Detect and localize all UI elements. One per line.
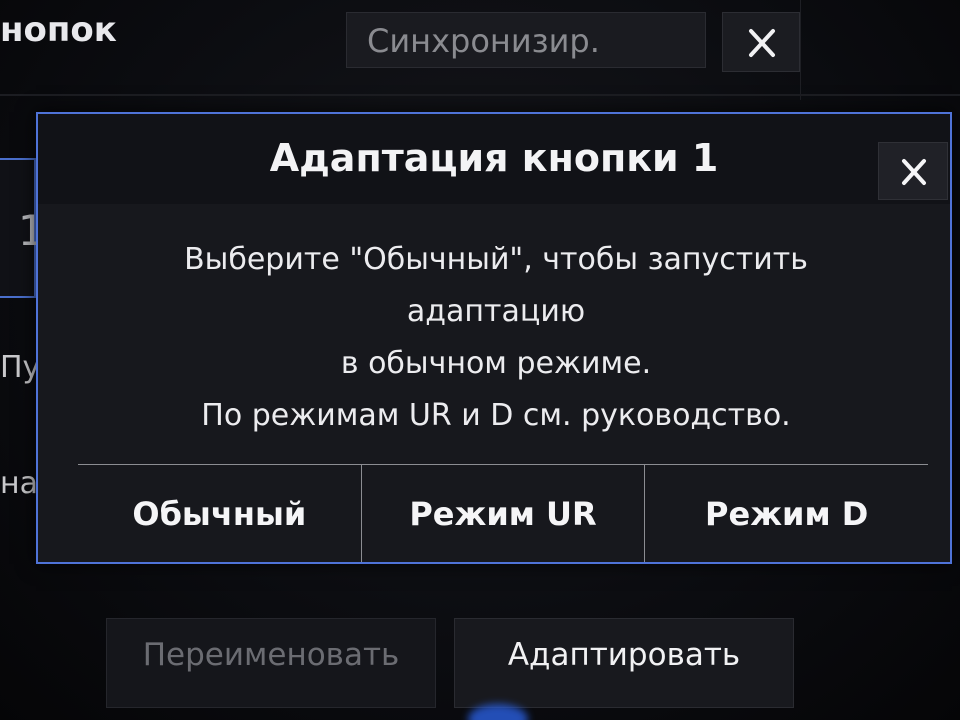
- d-mode-button[interactable]: Режим D: [644, 465, 928, 562]
- dialog-close-button[interactable]: [878, 142, 948, 200]
- adaptation-dialog: Адаптация кнопки 1 Выберите "Обычный", ч…: [36, 112, 952, 564]
- infotainment-screen: нопок Синхронизир. 1 Пус нач Переименова…: [0, 0, 960, 720]
- dialog-message: Выберите "Обычный", чтобы запустить адап…: [78, 234, 914, 442]
- dialog-options: Обычный Режим UR Режим D: [78, 465, 928, 562]
- background-page-title: нопок: [0, 10, 117, 50]
- dialog-message-line: Выберите "Обычный", чтобы запустить: [184, 242, 808, 277]
- ur-mode-button[interactable]: Режим UR: [360, 465, 645, 562]
- dialog-message-line: в обычном режиме.: [340, 346, 652, 381]
- normal-mode-button[interactable]: Обычный: [78, 465, 361, 562]
- rename-button[interactable]: Переименовать: [106, 618, 436, 708]
- close-icon: [879, 143, 947, 201]
- dialog-message-line: адаптацию: [406, 294, 586, 329]
- header-divider: [0, 94, 960, 96]
- dialog-message-line: По режимам UR и D см. руководство.: [201, 398, 791, 433]
- background-close-button[interactable]: [722, 12, 800, 72]
- adapt-button[interactable]: Адаптировать: [454, 618, 794, 708]
- close-icon: [723, 13, 799, 73]
- header-separator: [800, 0, 801, 100]
- dialog-title: Адаптация кнопки 1: [269, 136, 719, 180]
- sync-button[interactable]: Синхронизир.: [346, 12, 706, 68]
